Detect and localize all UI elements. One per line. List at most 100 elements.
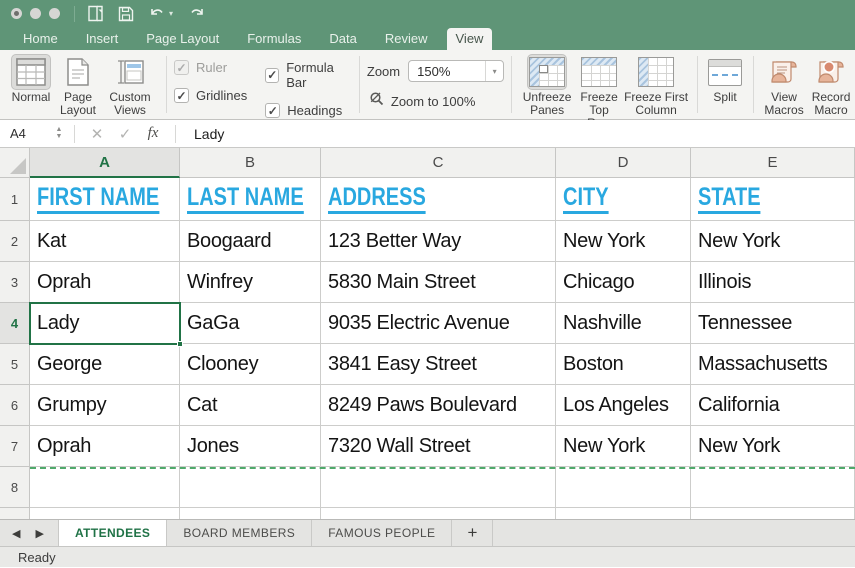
- zoom-window-button[interactable]: [49, 8, 60, 19]
- cell-C5[interactable]: 3841 Easy Street: [321, 344, 556, 385]
- cell-C1[interactable]: ADDRESS: [321, 178, 556, 221]
- row-header-8[interactable]: 8: [0, 467, 30, 508]
- prev-sheet-arrow[interactable]: ◀: [12, 527, 20, 540]
- headings-checkbox[interactable]: ✓ Headings: [265, 103, 352, 118]
- page-layout-view-button[interactable]: Page Layout: [55, 54, 101, 117]
- cell-A2[interactable]: Kat: [30, 221, 180, 262]
- cell-B1[interactable]: LAST NAME: [180, 178, 321, 221]
- undo-icon[interactable]: [148, 6, 167, 21]
- ribbon-tab-home[interactable]: Home: [14, 28, 67, 50]
- row-header-4[interactable]: 4: [0, 303, 30, 344]
- zoom-level-combobox[interactable]: 150% ▾: [408, 60, 505, 82]
- cell-C6[interactable]: 8249 Paws Boulevard: [321, 385, 556, 426]
- cell-D6[interactable]: Los Angeles: [556, 385, 691, 426]
- ruler-checkbox[interactable]: ✓ Ruler: [173, 60, 247, 75]
- cell-C7[interactable]: 7320 Wall Street: [321, 426, 556, 467]
- select-all-corner[interactable]: [0, 148, 30, 178]
- ribbon-tab-formulas[interactable]: Formulas: [238, 28, 310, 50]
- cell-A3[interactable]: Oprah: [30, 262, 180, 303]
- cell-B8[interactable]: [180, 467, 321, 508]
- cell-C2[interactable]: 123 Better Way: [321, 221, 556, 262]
- row-header-3[interactable]: 3: [0, 262, 30, 303]
- ribbon-tab-page-layout[interactable]: Page Layout: [137, 28, 228, 50]
- column-header-B[interactable]: B: [180, 148, 321, 178]
- freeze-first-column-button[interactable]: Freeze First Column: [623, 54, 689, 117]
- row-header-5[interactable]: 5: [0, 344, 30, 385]
- cell-E2[interactable]: New York: [691, 221, 855, 262]
- cell-E5[interactable]: Massachusetts: [691, 344, 855, 385]
- row-header-6[interactable]: 6: [0, 385, 30, 426]
- add-sheet-button[interactable]: +: [452, 520, 494, 546]
- cell-C4[interactable]: 9035 Electric Avenue: [321, 303, 556, 344]
- formula-input[interactable]: Lady: [184, 126, 224, 142]
- row-header-7[interactable]: 7: [0, 426, 30, 467]
- cell-A6[interactable]: Grumpy: [30, 385, 180, 426]
- formula-bar-checkbox[interactable]: ✓ Formula Bar: [265, 60, 352, 90]
- unfreeze-panes-button[interactable]: Unfreeze Panes: [519, 54, 575, 117]
- page-layout-view-label: Page Layout: [59, 90, 97, 117]
- freeze-top-row-button[interactable]: Freeze Top Row: [576, 54, 622, 130]
- ribbon-tab-insert[interactable]: Insert: [77, 28, 128, 50]
- row-header-1[interactable]: 1: [0, 178, 30, 221]
- zoom-dropdown-caret[interactable]: ▾: [485, 61, 503, 81]
- column-header-C[interactable]: C: [321, 148, 556, 178]
- cell-C8[interactable]: [321, 467, 556, 508]
- cell-A1[interactable]: FIRST NAME: [30, 178, 180, 221]
- cell-B4[interactable]: GaGa: [180, 303, 321, 344]
- cell-A8[interactable]: [30, 467, 180, 508]
- enter-icon[interactable]: ✓: [111, 125, 139, 143]
- cell-E7[interactable]: New York: [691, 426, 855, 467]
- cell-D3[interactable]: Chicago: [556, 262, 691, 303]
- cell-B3[interactable]: Winfrey: [180, 262, 321, 303]
- cell-E3[interactable]: Illinois: [691, 262, 855, 303]
- name-box-stepper[interactable]: ▲ ▼: [52, 126, 66, 140]
- cell-E8[interactable]: [691, 467, 855, 508]
- ribbon-tab-review[interactable]: Review: [376, 28, 437, 50]
- cell-A7[interactable]: Oprah: [30, 426, 180, 467]
- next-sheet-arrow[interactable]: ▶: [35, 527, 43, 540]
- cell-E1[interactable]: STATE: [691, 178, 855, 221]
- cell-A4[interactable]: Lady: [30, 303, 180, 344]
- cell-D5[interactable]: Boston: [556, 344, 691, 385]
- cell-D4[interactable]: Nashville: [556, 303, 691, 344]
- cell-A5[interactable]: George: [30, 344, 180, 385]
- normal-view-button[interactable]: Normal: [8, 54, 54, 104]
- redo-icon[interactable]: [187, 6, 206, 21]
- view-macros-button[interactable]: View Macros: [761, 54, 807, 117]
- sheet-tab-board-members[interactable]: BOARD MEMBERS: [167, 520, 313, 546]
- undo-dropdown-caret[interactable]: ▾: [169, 9, 173, 18]
- split-button[interactable]: Split: [705, 54, 745, 104]
- cell-E4[interactable]: Tennessee: [691, 303, 855, 344]
- column-header-E[interactable]: E: [691, 148, 855, 178]
- cell-B5[interactable]: Clooney: [180, 344, 321, 385]
- cancel-icon[interactable]: ✕: [83, 125, 111, 143]
- close-window-button[interactable]: [11, 8, 22, 19]
- cell-E6[interactable]: California: [691, 385, 855, 426]
- new-workbook-icon[interactable]: [87, 5, 104, 22]
- record-macro-button[interactable]: Record Macro: [808, 54, 854, 117]
- cell-D7[interactable]: New York: [556, 426, 691, 467]
- gridlines-checkbox[interactable]: ✓ Gridlines: [173, 88, 247, 103]
- sheet-tab-famous-people[interactable]: FAMOUS PEOPLE: [312, 520, 453, 546]
- insert-function-icon[interactable]: fx: [139, 125, 167, 142]
- cell-D1[interactable]: CITY: [556, 178, 691, 221]
- cell-B6[interactable]: Cat: [180, 385, 321, 426]
- cell-C3[interactable]: 5830 Main Street: [321, 262, 556, 303]
- cell-D8[interactable]: [556, 467, 691, 508]
- cell-D2[interactable]: New York: [556, 221, 691, 262]
- save-icon[interactable]: [118, 6, 134, 22]
- column-header-D[interactable]: D: [556, 148, 691, 178]
- name-box[interactable]: A4: [0, 126, 52, 141]
- row-header-2[interactable]: 2: [0, 221, 30, 262]
- custom-views-button[interactable]: Custom Views: [102, 54, 158, 117]
- zoom-to-100-icon: [369, 91, 385, 112]
- sheet-tab-attendees[interactable]: ATTENDEES: [57, 520, 168, 546]
- cell-B7[interactable]: Jones: [180, 426, 321, 467]
- zoom-to-100-button[interactable]: Zoom to 100%: [367, 91, 504, 112]
- split-label: Split: [713, 90, 737, 104]
- ribbon-tab-view[interactable]: View: [446, 28, 493, 50]
- minimize-window-button[interactable]: [30, 8, 41, 19]
- ribbon-tab-data[interactable]: Data: [320, 28, 365, 50]
- column-header-A[interactable]: A: [30, 148, 180, 178]
- cell-B2[interactable]: Boogaard: [180, 221, 321, 262]
